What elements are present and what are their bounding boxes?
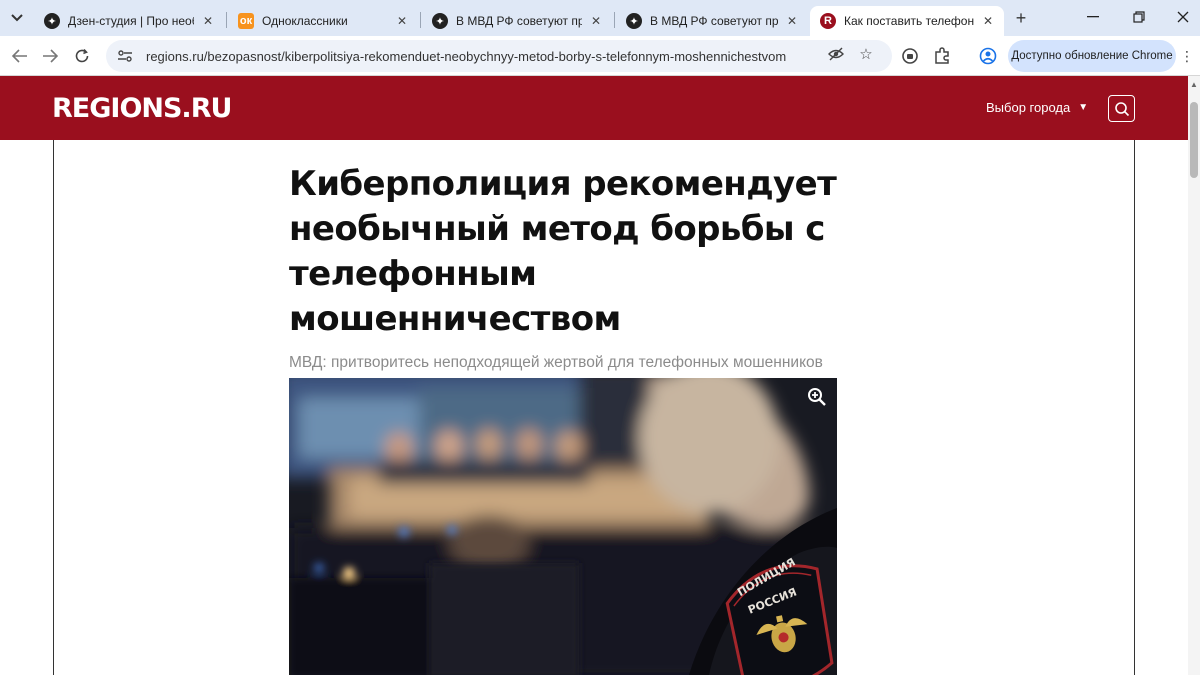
reload-icon[interactable] — [70, 44, 94, 68]
chrome-update-button[interactable]: Доступно обновление Chrome — [1008, 40, 1176, 72]
city-select-label: Выбор города — [986, 100, 1071, 115]
back-arrow-icon[interactable] — [8, 44, 32, 68]
site-header: REGIONS.RU Выбор города ▼ — [0, 76, 1188, 140]
minimize-icon[interactable] — [1078, 5, 1108, 29]
extensions-puzzle-icon[interactable] — [932, 46, 952, 66]
new-tab-plus-icon[interactable]: + — [1010, 7, 1032, 29]
tab-separator — [614, 12, 615, 28]
dzen-icon: ✦ — [626, 13, 642, 29]
tab-strip: ✦ Дзен-студия | Про необычн ✕ ок Однокла… — [0, 0, 1200, 36]
browser-toolbar: regions.ru/bezopasnost/kiberpolitsiya-re… — [0, 36, 1200, 76]
close-icon[interactable]: ✕ — [200, 13, 216, 29]
tab-odnoklassniki[interactable]: ок Одноклассники ✕ — [228, 6, 418, 36]
article-subtitle: МВД: притворитесь неподходящей жертвой д… — [289, 354, 823, 371]
bookmark-star-icon[interactable]: ☆ — [856, 44, 876, 64]
close-icon[interactable]: ✕ — [980, 13, 996, 29]
google-lens-icon[interactable] — [900, 46, 920, 66]
site-logo[interactable]: REGIONS.RU — [52, 93, 232, 124]
search-icon — [1114, 101, 1129, 116]
site-info-icon[interactable] — [116, 47, 134, 65]
url-text: regions.ru/bezopasnost/kiberpolitsiya-re… — [146, 48, 787, 64]
dzen-icon: ✦ — [44, 13, 60, 29]
close-icon[interactable]: ✕ — [588, 13, 604, 29]
article: Киберполиция рекомендует необычный метод… — [289, 162, 849, 372]
zoom-in-icon[interactable] — [807, 387, 827, 407]
content-frame-right — [1134, 140, 1135, 675]
scrollbar-thumb[interactable] — [1190, 102, 1198, 178]
scroll-up-arrow-icon[interactable]: ▲ — [1190, 80, 1198, 89]
profile-avatar-icon[interactable] — [978, 46, 998, 66]
odnoklassniki-icon: ок — [238, 13, 254, 29]
tab-separator — [420, 12, 421, 28]
article-photo[interactable]: ПОЛИЦИЯ РОССИЯ — [289, 378, 837, 675]
tab-dzen-studio[interactable]: ✦ Дзен-студия | Про необычн ✕ — [34, 6, 224, 36]
dropdown-arrow-icon: ▼ — [1078, 102, 1089, 113]
address-bar[interactable]: regions.ru/bezopasnost/kiberpolitsiya-re… — [106, 40, 892, 72]
tab-mvd-2[interactable]: ✦ В МВД РФ советуют притво ✕ — [616, 6, 808, 36]
no-tracking-eye-icon[interactable] — [826, 44, 846, 64]
police-conference-photo: ПОЛИЦИЯ РОССИЯ — [289, 378, 837, 675]
search-button[interactable] — [1108, 95, 1135, 122]
article-headline: Киберполиция рекомендует необычный метод… — [289, 164, 837, 339]
tab-search-icon[interactable] — [6, 7, 28, 29]
tab-regions-active[interactable]: R Как поставить телефонных ✕ — [810, 6, 1004, 36]
dzen-icon: ✦ — [432, 13, 448, 29]
close-icon[interactable]: ✕ — [784, 13, 800, 29]
more-menu-icon[interactable]: ⋮ — [1180, 46, 1194, 66]
tab-separator — [226, 12, 227, 28]
page-scrollbar[interactable]: ▲ — [1188, 76, 1200, 675]
close-icon[interactable]: ✕ — [394, 13, 410, 29]
close-window-icon[interactable] — [1168, 5, 1198, 29]
regions-icon: R — [820, 13, 836, 29]
tab-mvd-1[interactable]: ✦ В МВД РФ советуют притво ✕ — [422, 6, 612, 36]
page-viewport: REGIONS.RU Выбор города ▼ Киберполиция р… — [0, 76, 1200, 675]
forward-arrow-icon[interactable] — [38, 44, 62, 68]
city-select-dropdown[interactable]: Выбор города ▼ — [986, 100, 1088, 115]
content-frame-left — [53, 140, 54, 675]
restore-icon[interactable] — [1124, 5, 1154, 29]
